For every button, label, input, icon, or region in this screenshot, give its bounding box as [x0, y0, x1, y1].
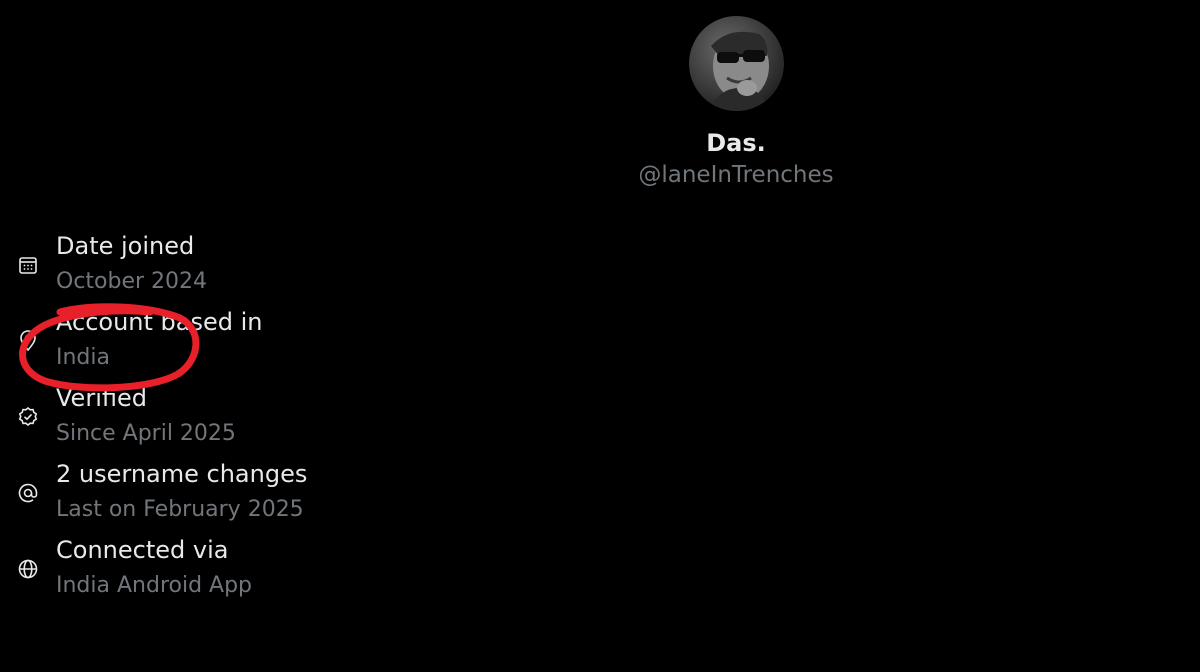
display-name: Das. — [706, 129, 766, 157]
info-label: Account based in — [56, 308, 263, 336]
calendar-icon — [16, 253, 40, 277]
info-row-account-based-in: Account based in India — [0, 302, 600, 378]
info-label: 2 username changes — [56, 460, 308, 488]
info-row-date-joined: Date joined October 2024 — [0, 226, 600, 302]
info-label: Connected via — [56, 536, 229, 564]
username-handle: @laneInTrenches — [638, 162, 834, 188]
info-label: Date joined — [56, 232, 195, 260]
info-value: India Android App — [56, 573, 253, 598]
info-label: Verified — [56, 384, 147, 412]
at-sign-icon — [16, 481, 40, 505]
account-info-list: Date joined October 2024 Account based i… — [0, 226, 600, 606]
info-row-connected-via: Connected via India Android App — [0, 530, 600, 606]
info-value: October 2024 — [56, 269, 208, 294]
verified-badge-icon — [16, 405, 40, 429]
info-row-verified: Verified Since April 2025 — [0, 378, 600, 454]
info-row-username-changes: 2 username changes Last on February 2025 — [0, 454, 600, 530]
info-value: Since April 2025 — [56, 421, 236, 446]
info-value: India — [56, 345, 110, 370]
globe-icon — [16, 557, 40, 581]
info-value: Last on February 2025 — [56, 497, 304, 522]
avatar[interactable] — [689, 16, 784, 111]
location-icon — [16, 329, 40, 353]
